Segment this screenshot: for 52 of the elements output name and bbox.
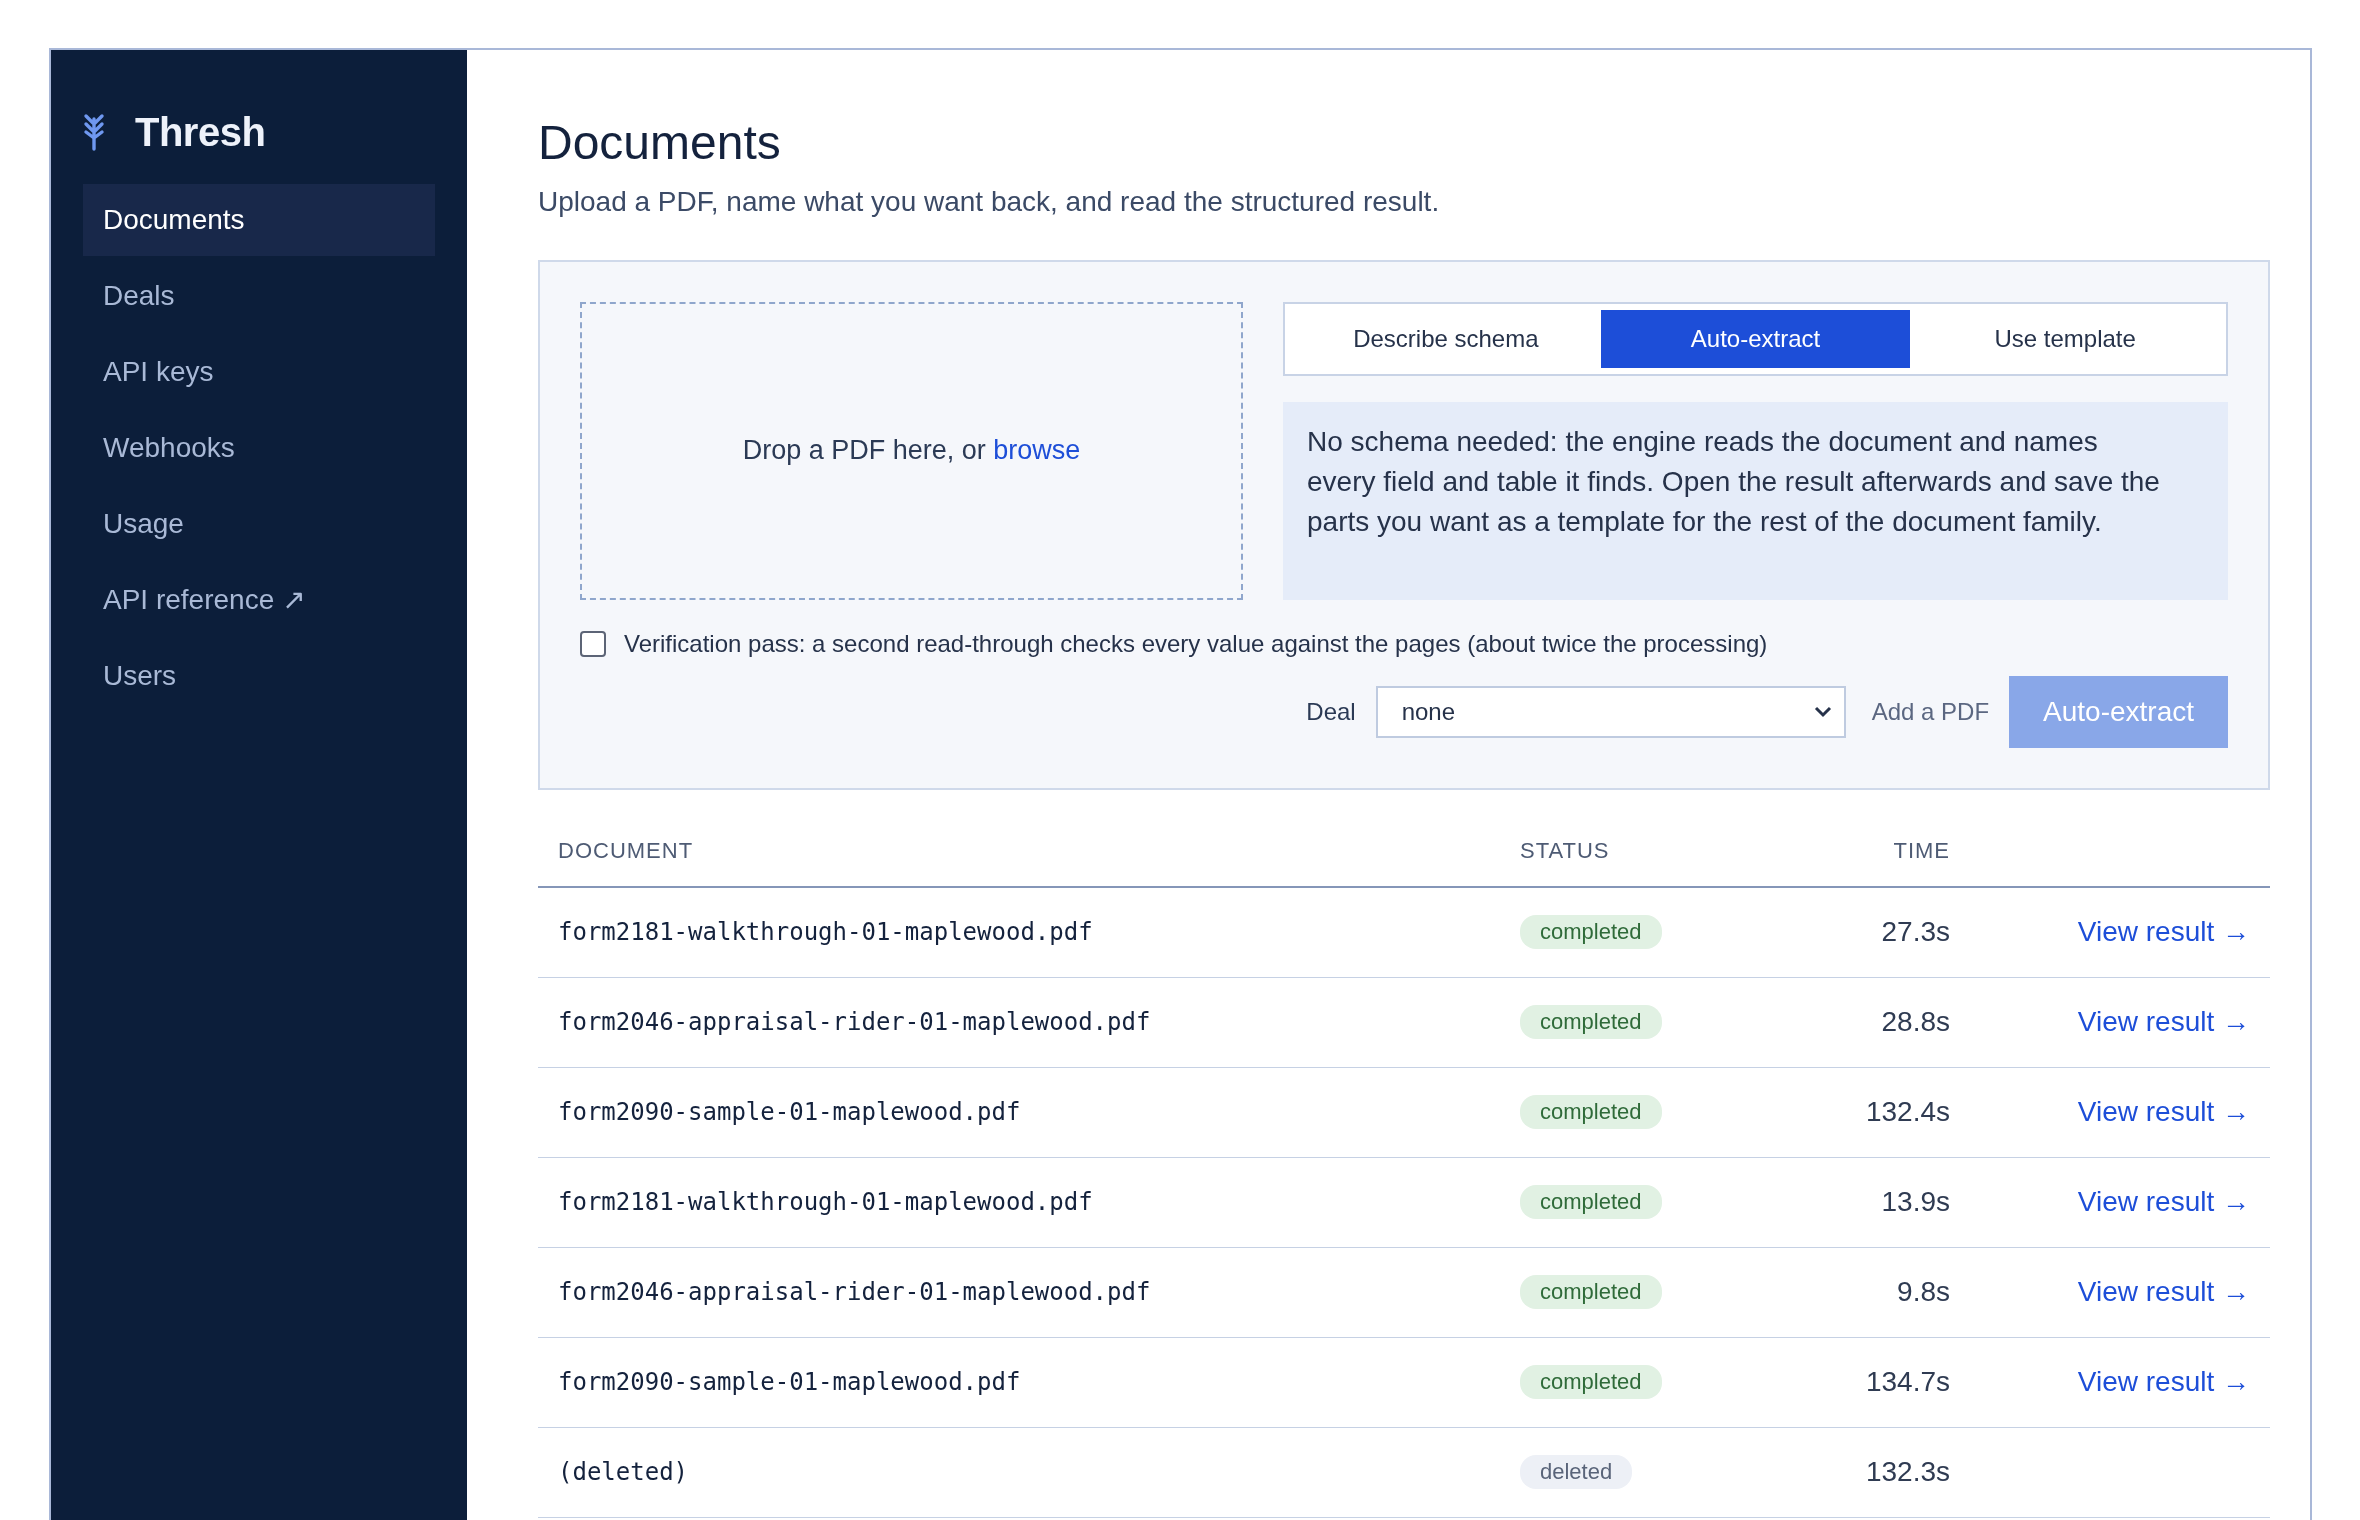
document-name: form2181-walkthrough-01-maplewood.pdf [558,918,1094,947]
nav-item[interactable]: Usage [83,488,435,560]
view-result-link[interactable]: View result → [2077,1006,2250,1039]
document-name: form2181-walkthrough-01-maplewood.pdf [558,1188,1094,1217]
view-result-link[interactable]: View result → [2077,1366,2250,1399]
time-cell-text: 132.3s [1864,1456,1950,1489]
nav-item[interactable]: Webhooks [83,412,435,484]
mode-description: No schema needed: the engine reads the document and names every field and table it finds. Open the result afterwards and save the parts you want as a template for the rest of the document family. [1283,401,2228,600]
add-pdf-hint: Add a PDF [1871,697,1990,726]
verification-checkbox[interactable] [580,630,606,657]
page-title: Documents [538,115,782,171]
column-header: DOCUMENT [558,837,695,864]
view-result-link[interactable]: View result → [2077,1186,2250,1219]
status-badge: deleted [1520,1455,1633,1490]
status-badge: completed [1520,1365,1662,1400]
document-name: form2046-appraisal-rider-01-maplewood.pdf [558,1008,1152,1037]
time-cell-text: 132.4s [1864,1096,1950,1129]
status-badge: completed [1520,1005,1662,1040]
nav-item[interactable]: Deals [83,260,435,332]
document-name: (deleted) [558,1458,690,1487]
nav-item[interactable]: Users [83,640,435,712]
column-header: STATUS [1520,837,1611,864]
mode-tab[interactable]: Auto-extract [1600,309,1911,368]
drop-text: Drop a PDF here, or browse [742,435,1081,467]
column-header: TIME [1892,837,1950,864]
verification-label: Verification pass: a second read-through checks every value against the pages (about twice the processing) [624,629,1768,658]
nav-item[interactable]: Documents [83,184,435,256]
nav-item[interactable]: API keys [83,336,435,408]
view-result-link[interactable]: View result → [2077,1276,2250,1309]
deal-select[interactable]: none [1375,685,1846,738]
deal-label: Deal [1306,697,1356,726]
nav-item[interactable]: API reference ↗ [83,564,435,636]
status-badge: completed [1520,1275,1662,1310]
document-name: form2090-sample-01-maplewood.pdf [558,1368,1022,1397]
document-name: form2046-appraisal-rider-01-maplewood.pdf [558,1278,1152,1307]
time-cell-text: 28.8s [1880,1006,1950,1039]
status-badge: completed [1520,915,1662,950]
time-cell-text: 9.8s [1896,1276,1950,1309]
brand-name: Thresh [135,109,266,155]
view-result-link[interactable]: View result → [2077,1096,2250,1129]
wheat-icon [83,113,105,151]
time-cell-text: 134.7s [1864,1366,1950,1399]
chevron-icon [1813,705,1832,718]
time-cell-text: 13.9s [1880,1186,1950,1219]
drop-zone[interactable]: Drop a PDF here, or browse [580,301,1243,600]
browse-link[interactable]: browse [993,435,1081,466]
page-subtitle: Upload a PDF, name what you want back, and read the structured result. [538,185,1441,218]
status-badge: completed [1520,1095,1662,1130]
view-result-link[interactable]: View result → [2077,916,2250,949]
time-cell-text: 27.3s [1880,916,1950,949]
document-name: form2090-sample-01-maplewood.pdf [558,1098,1022,1127]
status-badge: completed [1520,1185,1662,1220]
